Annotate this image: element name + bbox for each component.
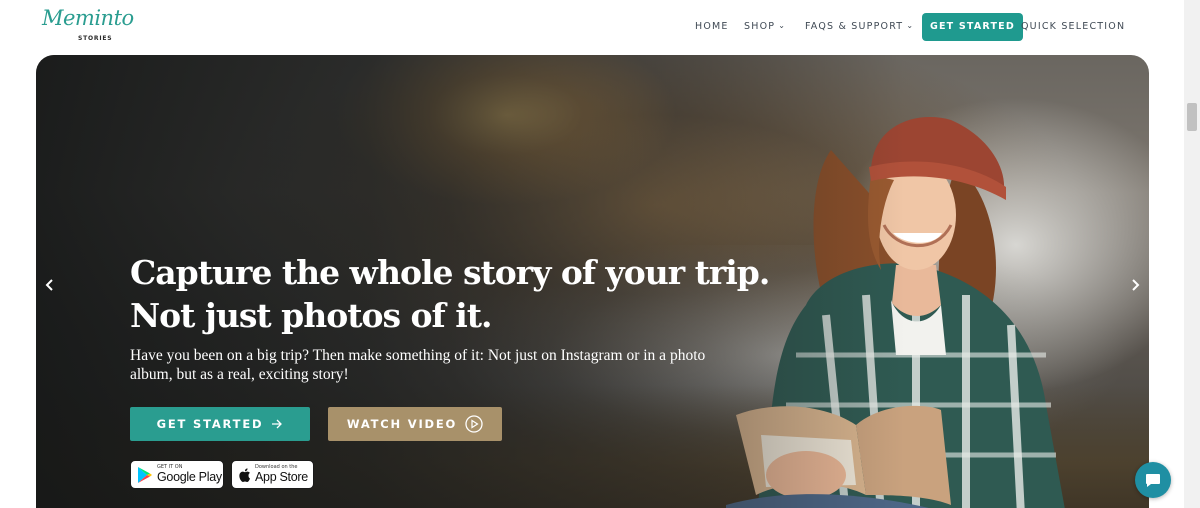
play-circle-icon — [465, 415, 483, 433]
hero-headline-line-1: Capture the whole story of your trip. — [130, 253, 770, 292]
nav-shop-label: SHOP — [744, 21, 776, 32]
page-scrollbar[interactable] — [1184, 0, 1200, 508]
arrow-right-icon — [271, 419, 283, 429]
app-store-text: App Store — [255, 470, 308, 485]
google-play-text: Google Play — [157, 470, 222, 485]
chevron-left-icon — [45, 279, 53, 291]
chat-button[interactable] — [1135, 462, 1171, 498]
nav-home-label: HOME — [695, 21, 729, 32]
nav-faqs-label: FAQS & SUPPORT — [805, 21, 904, 32]
logo[interactable]: Meminto STORIES — [42, 6, 134, 46]
chevron-down-icon: ⌄ — [906, 21, 915, 30]
nav-get-started-button[interactable]: GET STARTED — [922, 13, 1023, 41]
nav-home[interactable]: HOME — [695, 13, 729, 41]
hero-subtext: Have you been on a big trip? Then make s… — [130, 346, 750, 384]
hero-banner: Capture the whole story of your trip. No… — [36, 55, 1149, 508]
google-play-badge[interactable]: GET IT ON Google Play — [130, 460, 224, 489]
logo-subtitle: STORIES — [78, 35, 113, 42]
scrollbar-thumb[interactable] — [1187, 103, 1197, 131]
hero-headline-line-2: Not just photos of it. — [130, 296, 493, 335]
hero-subtext-line-2: album, but as a real, exciting story! — [130, 366, 349, 383]
chevron-down-icon: ⌄ — [778, 21, 787, 30]
apple-icon — [238, 467, 251, 483]
hero-headline: Capture the whole story of your trip. No… — [130, 251, 810, 337]
get-started-label: GET STARTED — [156, 417, 264, 431]
nav-faqs[interactable]: FAQS & SUPPORT ⌄ — [805, 13, 914, 41]
google-play-icon — [137, 466, 153, 484]
watch-video-label: WATCH VIDEO — [346, 417, 458, 431]
nav-quick-label: QUICK SELECTION — [1021, 21, 1126, 32]
carousel-prev-button[interactable] — [40, 277, 60, 297]
carousel-next-button[interactable] — [1125, 277, 1145, 297]
site-header: Meminto STORIES HOME SHOP ⌄ FAQS & SUPPOR… — [0, 0, 1200, 55]
hero-subtext-line-1: Have you been on a big trip? Then make s… — [130, 347, 706, 364]
watch-video-button[interactable]: WATCH VIDEO — [328, 407, 502, 441]
nav-quick-selection[interactable]: QUICK SELECTION — [1021, 13, 1125, 41]
chat-icon — [1146, 473, 1160, 487]
logo-wordmark: Meminto — [42, 6, 134, 30]
nav-shop[interactable]: SHOP ⌄ — [744, 13, 786, 41]
nav-get-started-label: GET STARTED — [930, 21, 1015, 32]
get-started-button[interactable]: GET STARTED — [130, 407, 310, 441]
app-store-badge[interactable]: Download on the App Store — [231, 460, 314, 489]
chevron-right-icon — [1132, 279, 1140, 291]
